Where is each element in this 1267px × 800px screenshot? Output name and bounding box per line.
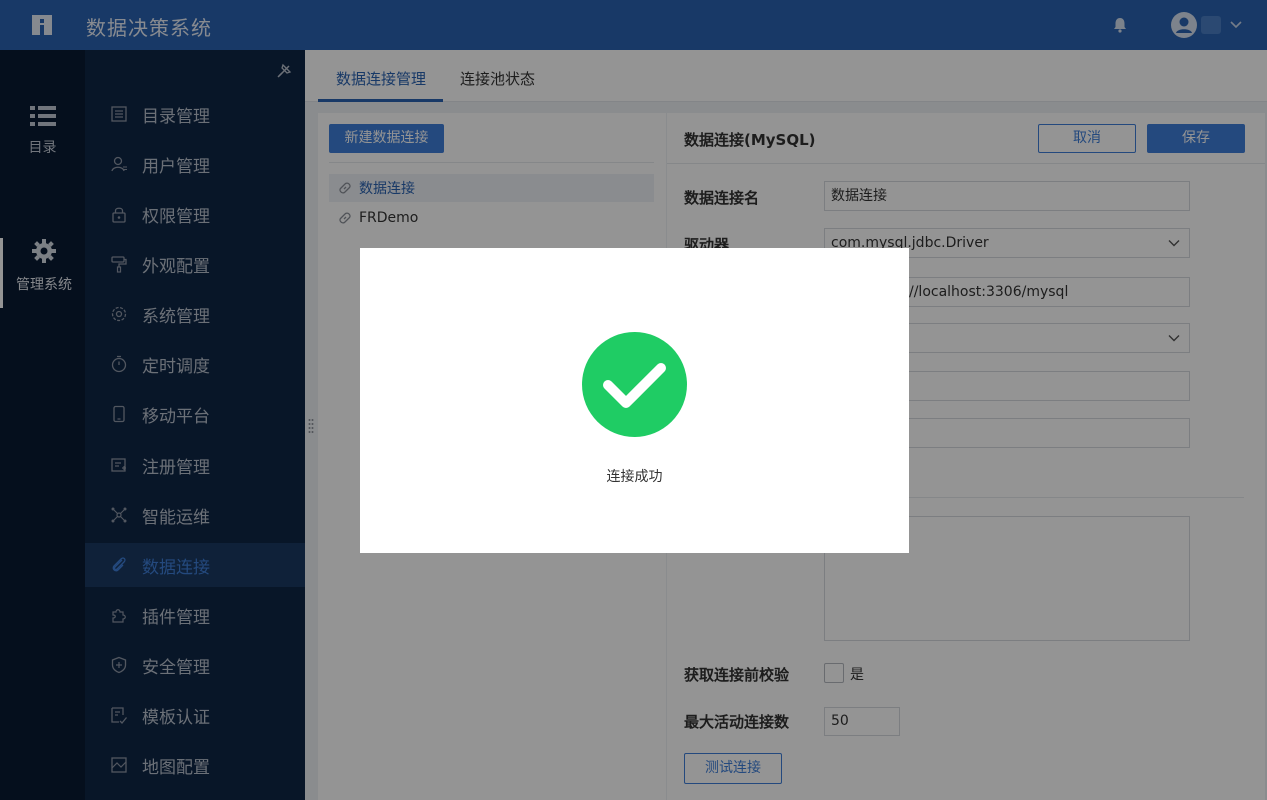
success-message: 连接成功 — [606, 469, 663, 485]
success-dialog: 连接成功 — [360, 248, 909, 553]
check-circle-icon — [582, 332, 687, 437]
